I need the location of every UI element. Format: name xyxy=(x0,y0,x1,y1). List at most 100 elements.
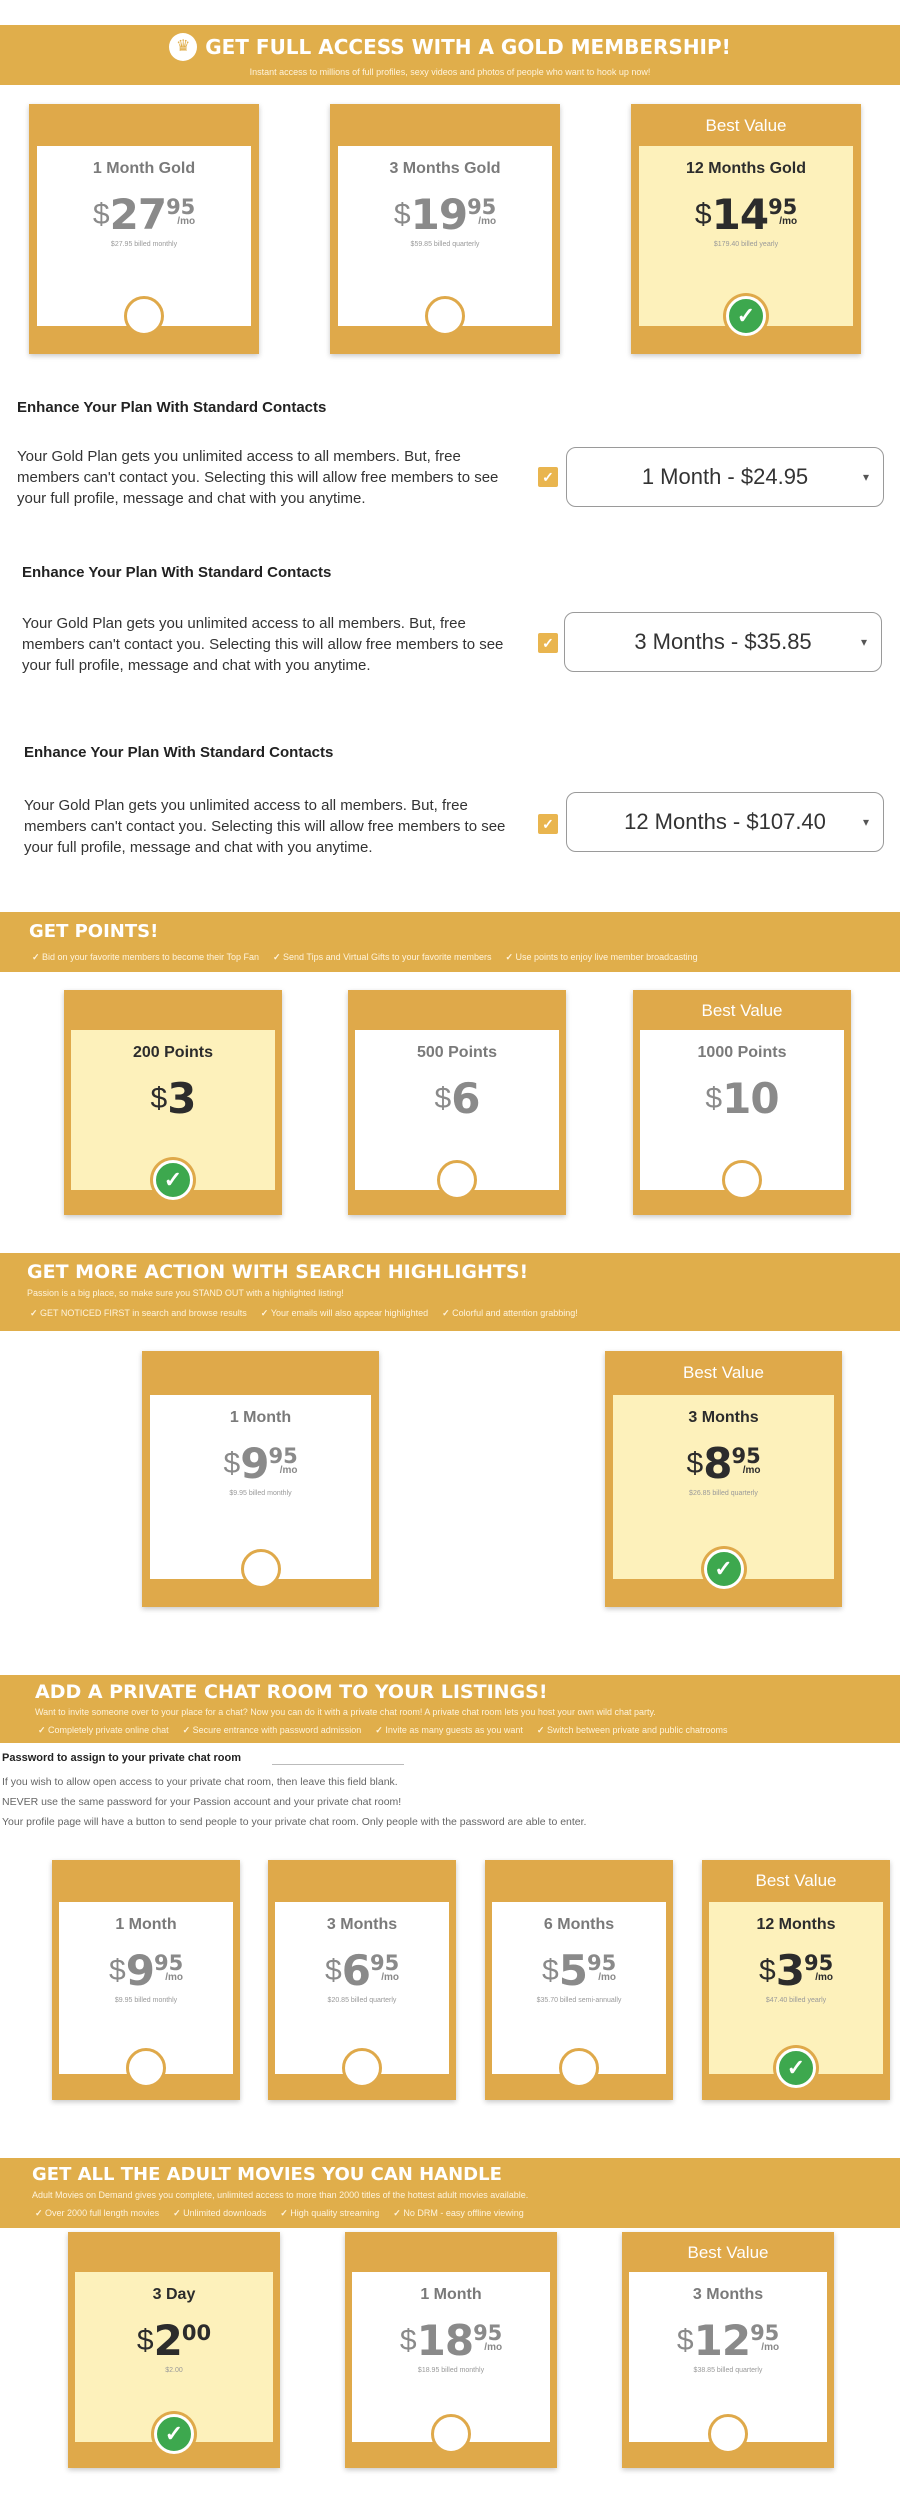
plan-name: 12 Months Gold xyxy=(686,160,806,177)
gold-subtitle: Instant access to millions of full profi… xyxy=(249,67,651,77)
billed-note: $2.00 xyxy=(165,2367,183,2374)
billed-note: $179.40 billed yearly xyxy=(713,241,779,248)
plan-price: $19 95/mo xyxy=(393,190,497,239)
plan-price: $8 95/mo xyxy=(686,1439,761,1488)
best-value-badge: Best Value xyxy=(701,1001,783,1020)
chevron-down-icon: ▾ xyxy=(862,470,869,484)
plan-name: 6 Months xyxy=(543,1916,615,1933)
chat-plan-12-months[interactable]: Best Value 12 Months $3 95/mo $47.40 bill… xyxy=(702,1860,890,2100)
chat-plan-1-month[interactable]: 1 Month $9 95/mo $9.95 billed monthly xyxy=(52,1860,240,2100)
plan-radio-selected[interactable] xyxy=(726,296,766,336)
chevron-down-icon: ▾ xyxy=(860,635,867,649)
best-value-badge: Best Value xyxy=(705,116,787,135)
gold-plan-3-months[interactable]: 3 Months Gold $19 95/mo $59.85 billed qua… xyxy=(330,104,560,354)
plan-price: $6 95/mo xyxy=(325,1946,400,1995)
enhance-title-3: Enhance Your Plan With Standard Contacts xyxy=(24,744,334,761)
crown-icon: ♛ xyxy=(169,33,198,61)
movie-plan-3-day[interactable]: 3 Day $2 00 $2.00 xyxy=(68,2232,280,2468)
points-features: Bid on your favorite members to become t… xyxy=(32,952,698,963)
enhance-title-1: Enhance Your Plan With Standard Contacts xyxy=(17,399,327,416)
plan-name: 1 Month xyxy=(420,2286,482,2303)
best-value-badge: Best Value xyxy=(683,1363,764,1382)
plan-price: $3 95/mo xyxy=(759,1946,834,1995)
movies-features: Over 2000 full length moviesUnlimited do… xyxy=(35,2208,524,2219)
plan-radio-selected[interactable] xyxy=(776,2048,816,2088)
billed-note: $9.95 billed monthly xyxy=(114,1997,178,2004)
billed-note: $59.85 billed quarterly xyxy=(410,241,480,248)
movies-title: GET ALL THE ADULT MOVIES YOU CAN HANDLE xyxy=(32,2164,502,2185)
billed-note: $35.70 billed semi-annually xyxy=(536,1997,622,2004)
movie-plan-1-month[interactable]: 1 Month $18 95/mo $18.95 billed monthly xyxy=(345,2232,557,2468)
plan-name: 1 Month Gold xyxy=(92,160,196,177)
enhance-text-2: Your Gold Plan gets you unlimited access… xyxy=(22,615,504,674)
password-label: Password to assign to your private chat … xyxy=(2,1752,241,1764)
billed-note: $20.85 billed quarterly xyxy=(327,1997,397,2004)
plan-price: $6 xyxy=(434,1074,481,1123)
plan-radio[interactable] xyxy=(559,2048,599,2088)
gold-plan-12-months[interactable]: Best Value 12 Months Gold $14 95/mo $179.… xyxy=(631,104,861,354)
best-value-badge: Best Value xyxy=(755,1871,837,1890)
enhance-select-1[interactable]: 1 Month - $24.95 ▾ xyxy=(566,447,884,507)
plan-name: 1 Month xyxy=(115,1916,177,1933)
plan-radio[interactable] xyxy=(437,1160,477,1200)
chat-features: Completely private online chatSecure ent… xyxy=(38,1725,728,1736)
chat-info: If you wish to allow open access to your… xyxy=(2,1776,587,1828)
plan-name: 3 Months xyxy=(692,2286,764,2303)
billed-note: $18.95 billed monthly xyxy=(417,2367,485,2374)
enhance-checkbox-1[interactable]: ✓ xyxy=(538,467,558,487)
plan-radio[interactable] xyxy=(431,2414,471,2454)
plan-radio[interactable] xyxy=(708,2414,748,2454)
enhance-select-2[interactable]: 3 Months - $35.85 ▾ xyxy=(564,612,882,672)
plan-radio-selected[interactable] xyxy=(703,1549,744,1589)
chat-plan-3-months[interactable]: 3 Months $6 95/mo $20.85 billed quarterly xyxy=(268,1860,456,2100)
chevron-down-icon: ▾ xyxy=(862,815,869,829)
highlights-features: GET NOTICED FIRST in search and browse r… xyxy=(30,1308,578,1319)
enhance-select-3[interactable]: 12 Months - $107.40 ▾ xyxy=(566,792,884,852)
billed-note: $38.85 billed quarterly xyxy=(693,2367,763,2374)
best-value-badge: Best Value xyxy=(687,2243,769,2262)
plan-name: 3 Months Gold xyxy=(389,160,501,177)
plan-name: 3 Months xyxy=(688,1409,759,1426)
billed-note: $27.95 billed monthly xyxy=(110,241,178,248)
plan-name: 200 Points xyxy=(132,1044,214,1061)
highlight-plan-3-months[interactable]: Best Value 3 Months $8 95/mo $26.85 bille… xyxy=(605,1351,842,1607)
password-input[interactable] xyxy=(272,1764,404,1765)
plan-radio[interactable] xyxy=(342,2048,382,2088)
plan-radio[interactable] xyxy=(425,296,465,336)
plan-radio[interactable] xyxy=(240,1549,281,1589)
plan-name: 3 Months xyxy=(326,1916,398,1933)
billed-note: $47.40 billed yearly xyxy=(765,1997,827,2004)
enhance-checkbox-3[interactable]: ✓ xyxy=(538,814,558,834)
billed-note: $26.85 billed quarterly xyxy=(689,1490,758,1497)
points-plan-500[interactable]: 500 Points $6 xyxy=(348,990,566,1215)
highlights-title: GET MORE ACTION WITH SEARCH HIGHLIGHTS! xyxy=(27,1261,529,1283)
plan-name: 1000 Points xyxy=(697,1044,787,1061)
billed-note: $9.95 billed monthly xyxy=(229,1490,292,1497)
highlights-banner: GET MORE ACTION WITH SEARCH HIGHLIGHTS! … xyxy=(0,1253,900,1331)
gold-plan-1-month[interactable]: 1 Month Gold $27 95/mo $27.95 billed mont… xyxy=(29,104,259,354)
plan-radio-selected[interactable] xyxy=(154,2414,194,2454)
chat-subtitle: Want to invite someone over to your plac… xyxy=(35,1707,656,1717)
plan-name: 1 Month xyxy=(229,1409,292,1426)
plan-price: $5 95/mo xyxy=(542,1946,617,1995)
highlight-plan-1-month[interactable]: 1 Month $9 95/mo $9.95 billed monthly xyxy=(142,1351,379,1607)
plan-price: $10 xyxy=(705,1074,779,1123)
enhance-text-3: Your Gold Plan gets you unlimited access… xyxy=(24,797,506,856)
gold-title: GET FULL ACCESS WITH A GOLD MEMBERSHIP! xyxy=(205,35,731,59)
chat-plan-6-months[interactable]: 6 Months $5 95/mo $35.70 billed semi-annu… xyxy=(485,1860,673,2100)
enhance-checkbox-2[interactable]: ✓ xyxy=(538,633,558,653)
chat-title: ADD A PRIVATE CHAT ROOM TO YOUR LISTINGS… xyxy=(35,1681,548,1703)
highlights-subtitle: Passion is a big place, so make sure you… xyxy=(27,1288,344,1298)
plan-price: $27 95/mo xyxy=(92,190,196,239)
plan-radio[interactable] xyxy=(124,296,164,336)
plan-radio[interactable] xyxy=(126,2048,166,2088)
plan-radio-selected[interactable] xyxy=(153,1160,193,1200)
points-plan-1000[interactable]: Best Value 1000 Points $10 xyxy=(633,990,851,1215)
chat-banner: ADD A PRIVATE CHAT ROOM TO YOUR LISTINGS… xyxy=(0,1675,900,1743)
points-title: GET POINTS! xyxy=(29,921,159,942)
points-plan-200[interactable]: 200 Points $3 xyxy=(64,990,282,1215)
plan-price: $2 00 xyxy=(136,2316,212,2365)
plan-radio[interactable] xyxy=(722,1160,762,1200)
movie-plan-3-months[interactable]: Best Value 3 Months $12 95/mo $38.85 bill… xyxy=(622,2232,834,2468)
plan-name: 500 Points xyxy=(416,1044,498,1061)
